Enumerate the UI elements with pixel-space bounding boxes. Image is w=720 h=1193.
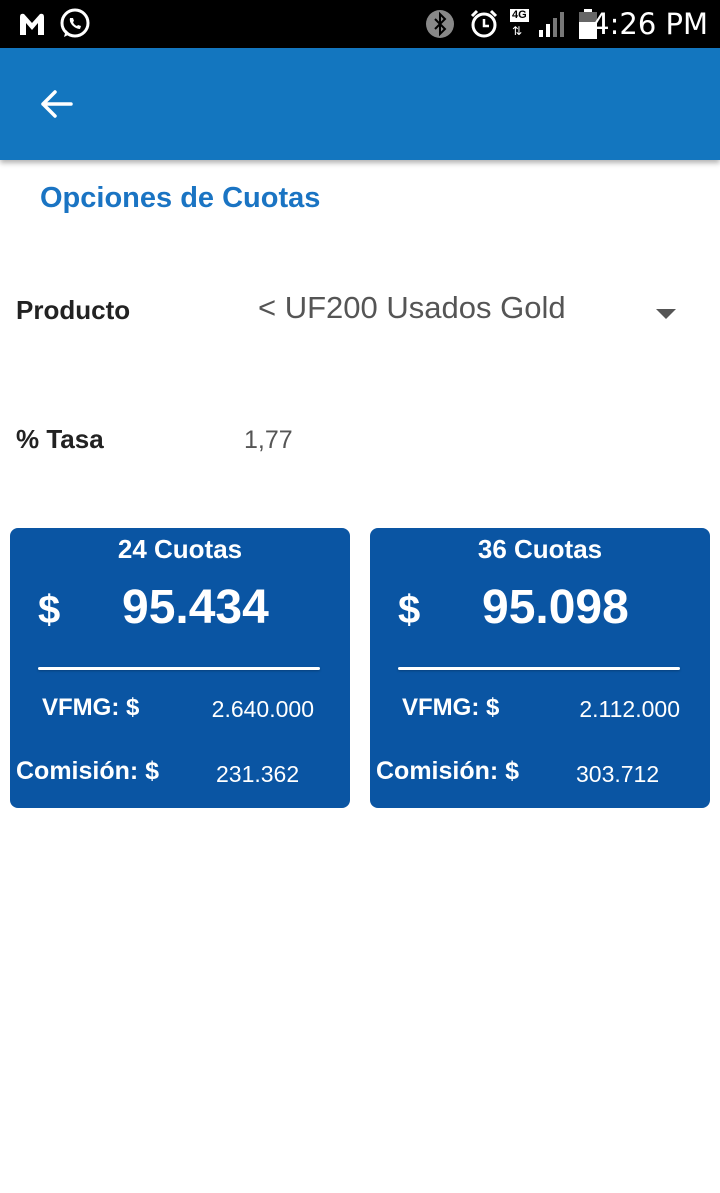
card-vfmg-label: VFMG: $ [402,694,500,721]
card-title: 36 Cuotas [477,534,603,564]
card-title: 24 Cuotas [117,534,243,564]
status-time: 4:26 PM [591,7,708,41]
alarm-icon [468,8,500,40]
rate-label: % Tasa [16,424,104,454]
card-divider [38,667,320,670]
app-bar [0,48,720,160]
card-amount: 95.098 [482,581,629,634]
back-button[interactable] [28,80,84,128]
installment-card-36[interactable]: 36 Cuotas $ 95.098 VFMG: $ 2.112.000 Com… [370,528,710,808]
card-commission-value: 303.712 [576,761,660,787]
whatsapp-icon [58,8,92,40]
status-bar: 4G ⇅ 4:26 PM [0,0,720,48]
product-label: Producto [16,295,131,325]
card-commission-label: Comisión: $ [16,757,160,785]
card-commission-value: 231.362 [216,761,300,787]
card-amount: 95.434 [122,581,269,634]
product-value: < UF200 Usados Gold [258,290,566,325]
card-currency: $ [38,588,61,632]
network-label: 4G [510,9,529,22]
card-currency: $ [398,588,421,632]
card-divider [398,667,680,670]
signal-icon [536,8,568,40]
card-commission-label: Comisión: $ [376,757,520,785]
arrow-left-icon [41,90,73,118]
rate-value: 1,77 [244,426,293,454]
page-title: Opciones de Cuotas [40,182,321,214]
product-dropdown[interactable]: < UF200 Usados Gold [258,284,698,340]
installment-card-24[interactable]: 24 Cuotas $ 95.434 VFMG: $ 2.640.000 Com… [10,528,350,808]
network-type-icon: 4G ⇅ [510,9,529,38]
malwarebytes-icon [16,8,48,40]
bluetooth-icon [424,8,456,40]
card-vfmg-value: 2.112.000 [579,696,680,722]
dropdown-arrow-icon [656,309,676,319]
card-vfmg-label: VFMG: $ [42,694,140,721]
card-vfmg-value: 2.640.000 [211,696,314,722]
